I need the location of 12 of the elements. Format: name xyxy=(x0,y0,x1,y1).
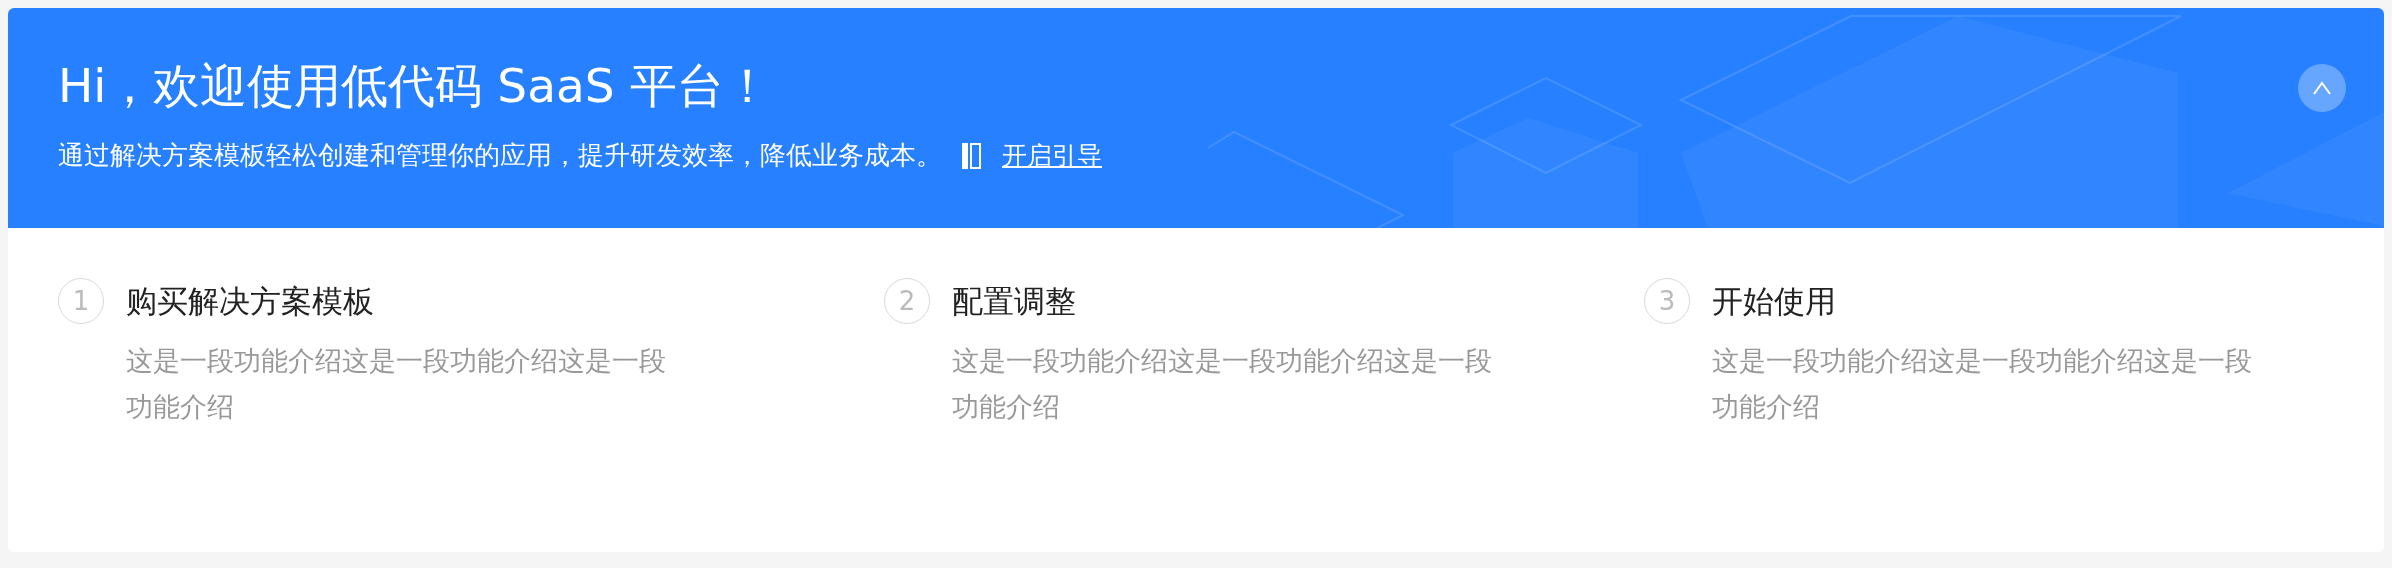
book-icon xyxy=(962,140,982,171)
chevron-up-icon xyxy=(2312,81,2332,95)
step-description: 这是一段功能介绍这是一段功能介绍这是一段功能介绍 xyxy=(126,344,667,424)
start-guide-link[interactable]: 开启引导 xyxy=(1002,139,1102,172)
step-title: 开始使用 xyxy=(1712,282,1837,321)
welcome-subtitle: 通过解决方案模板轻松创建和管理你的应用，提升研发效率，降低业务成本。 xyxy=(58,139,942,172)
step-description: 这是一段功能介绍这是一段功能介绍这是一段功能介绍 xyxy=(952,344,1493,424)
step-title: 购买解决方案模板 xyxy=(126,282,375,321)
welcome-title: Hi，欢迎使用低代码 SaaS 平台！ xyxy=(58,58,771,114)
step-description: 这是一段功能介绍这是一段功能介绍这是一段功能介绍 xyxy=(1712,344,2253,424)
step-title: 配置调整 xyxy=(952,282,1077,321)
collapse-button[interactable] xyxy=(2298,64,2346,112)
